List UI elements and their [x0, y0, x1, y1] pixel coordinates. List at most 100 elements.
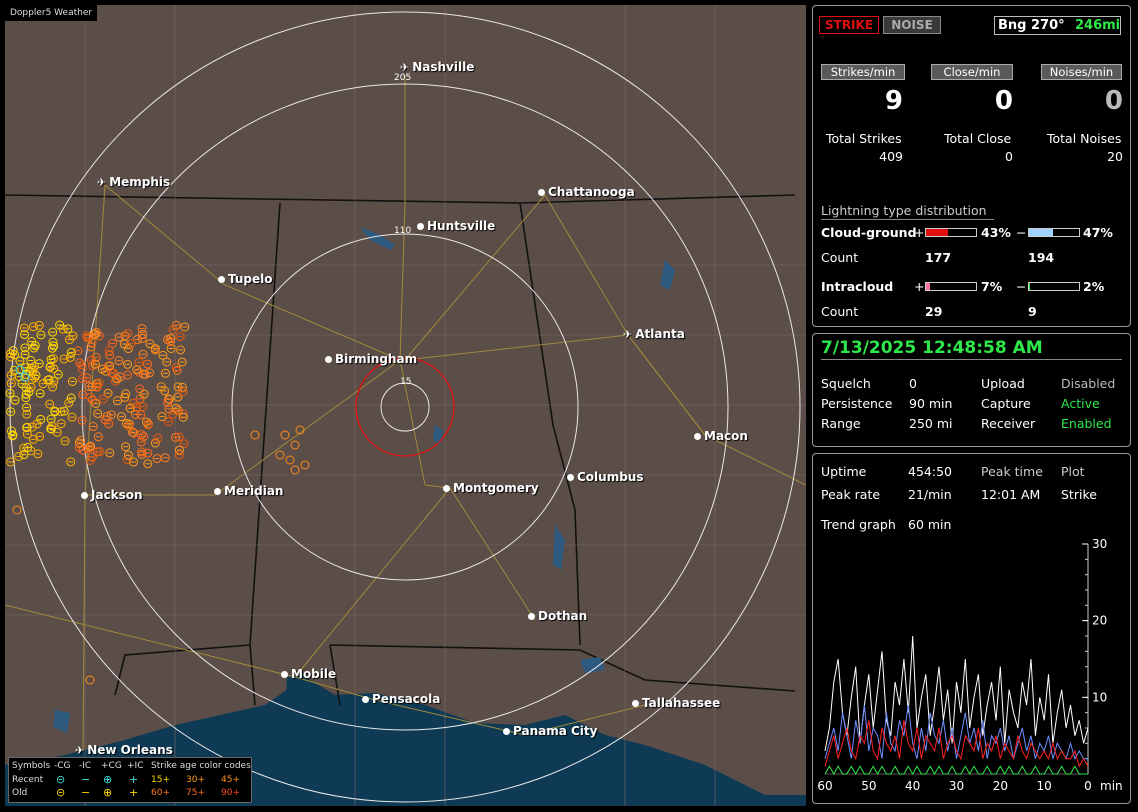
- legend-age-90: 90+: [221, 788, 240, 798]
- strikes-per-min-button[interactable]: Strikes/min: [821, 64, 905, 80]
- noises-per-min-value: 0: [1104, 86, 1123, 116]
- strike-marker: [280, 430, 290, 440]
- recent-neg-ic-icon: −: [81, 773, 91, 786]
- ic-minus-count: 9: [1028, 304, 1037, 319]
- noises-per-min-button[interactable]: Noises/min: [1041, 64, 1122, 80]
- city-dot-icon: [567, 474, 574, 481]
- city-columbus: Columbus: [567, 470, 644, 484]
- city-name: Pensacola: [372, 692, 441, 706]
- city-name: Panama City: [513, 724, 598, 738]
- ic-plus-sign: +: [914, 279, 925, 294]
- cg-minus-sign: −: [1016, 225, 1027, 240]
- legend-recent-label: Recent: [12, 775, 44, 785]
- recent-pos-cg-icon: ⊕: [103, 773, 113, 786]
- city-name: Nashville: [412, 60, 475, 74]
- city-name: Atlanta: [635, 327, 685, 341]
- city-name: Birmingham: [335, 352, 418, 366]
- city-pensacola: Pensacola: [362, 692, 440, 706]
- city-dot-icon: [81, 492, 88, 499]
- close-per-min-value: 0: [994, 86, 1013, 116]
- close-per-min-button[interactable]: Close/min: [931, 64, 1013, 80]
- city-dot-icon: [538, 189, 545, 196]
- squelch-label: Squelch: [821, 376, 871, 391]
- legend-age-60: 60+: [151, 788, 170, 798]
- city-name: Huntsville: [427, 219, 496, 233]
- uptime-label: Uptime: [821, 464, 867, 479]
- city-name: Tupelo: [228, 272, 273, 286]
- plot-value[interactable]: Strike: [1061, 487, 1097, 502]
- city-dot-icon: [325, 356, 332, 363]
- settings-panel: 7/13/2025 12:48:58 AM Squelch 0 Upload Disa…: [812, 333, 1131, 447]
- city-dot-icon: [528, 613, 535, 620]
- datetime-divider: [821, 359, 1122, 360]
- receiver-value: Enabled: [1061, 416, 1112, 431]
- distribution-underline: [821, 219, 994, 220]
- city-name: Jackson: [91, 488, 143, 502]
- city-name: Macon: [704, 429, 748, 443]
- strike-marker: [290, 440, 300, 450]
- city-tallahassee: Tallahassee: [632, 696, 720, 710]
- cg-plus-count: 177: [925, 250, 952, 265]
- y-tick-label: 30: [1092, 537, 1107, 551]
- city-name: Dothan: [538, 609, 588, 623]
- strike-marker: [290, 465, 300, 475]
- legend-col-pos-cg: +CG: [101, 761, 122, 771]
- bearing-box: Bng 270° 246mi: [994, 16, 1121, 35]
- city-memphis: ✈ Memphis: [97, 175, 170, 189]
- bearing-value: Bng 270°: [998, 18, 1065, 33]
- noise-indicator[interactable]: NOISE: [883, 16, 941, 34]
- trend-graph-value[interactable]: 60 min: [908, 517, 951, 532]
- receiver-label: Receiver: [981, 416, 1036, 431]
- upload-value: Disabled: [1061, 376, 1116, 391]
- radar-map[interactable]: Doppler5 Weather ✈ Nashville ✈ Memphis Chatt…: [5, 5, 806, 806]
- legend-col-neg-cg: -CG: [54, 761, 71, 771]
- cg-minus-count: 194: [1028, 250, 1055, 265]
- legend-symbols-label: Symbols: [12, 761, 51, 771]
- legend-age-title: Strike age color codes: [151, 761, 251, 771]
- datetime-display: 7/13/2025 12:48:58 AM: [821, 338, 1043, 358]
- old-pos-cg-icon: ⊕: [103, 786, 113, 799]
- total-noises-label: Total Noises: [1047, 131, 1122, 146]
- city-panama-city: Panama City: [503, 724, 597, 738]
- ic-plus-count: 29: [925, 304, 943, 319]
- x-tick-label: 50: [861, 779, 876, 793]
- old-neg-cg-icon: ⊝: [56, 786, 66, 799]
- map-graphics: [5, 5, 806, 806]
- city-name: Mobile: [291, 667, 337, 681]
- x-tick-label: 20: [993, 779, 1008, 793]
- old-pos-ic-icon: +: [129, 786, 139, 799]
- strike-marker: [12, 505, 22, 515]
- city-name: Chattanooga: [548, 185, 635, 199]
- total-close-label: Total Close: [944, 131, 1012, 146]
- legend-age-75: 75+: [186, 788, 205, 798]
- ic-minus-sign: −: [1016, 279, 1027, 294]
- y-tick-label: 10: [1092, 690, 1107, 704]
- ring-label-205: 205: [394, 73, 412, 83]
- stats-panel: Uptime 454:50 Peak time Plot Peak rate 2…: [812, 453, 1131, 804]
- legend-age-15: 15+: [151, 775, 170, 785]
- symbol-legend: Symbols -CG -IC +CG +IC Strike age color…: [8, 757, 252, 803]
- cg-plus-bar: [925, 228, 977, 237]
- city-mobile: Mobile: [281, 667, 336, 681]
- city-nashville: ✈ Nashville: [400, 60, 474, 74]
- city-birmingham: Birmingham: [325, 352, 417, 366]
- trend-graph: 30 20 10 60 50 40 30 20 10 0 min: [817, 537, 1122, 793]
- legend-age-30: 30+: [186, 775, 205, 785]
- city-name: Memphis: [109, 175, 171, 189]
- persistence-label: Persistence: [821, 396, 893, 411]
- city-dot-icon: [218, 276, 225, 283]
- city-name: Montgomery: [453, 481, 539, 495]
- distribution-title: Lightning type distribution: [821, 203, 987, 218]
- cg-minus-fill: [1029, 229, 1053, 236]
- city-dot-icon: [632, 700, 639, 707]
- ic-minus-bar: [1028, 282, 1080, 291]
- strike-indicator[interactable]: STRIKE: [819, 16, 879, 34]
- city-montgomery: Montgomery: [443, 481, 539, 495]
- brand-label: Doppler5 Weather: [5, 5, 98, 21]
- legend-col-pos-ic: +IC: [127, 761, 144, 771]
- x-tick-label: 10: [1037, 779, 1052, 793]
- city-dot-icon: [503, 728, 510, 735]
- plot-label: Plot: [1061, 464, 1085, 479]
- ic-count-label: Count: [821, 304, 859, 319]
- airport-icon: ✈: [97, 176, 107, 189]
